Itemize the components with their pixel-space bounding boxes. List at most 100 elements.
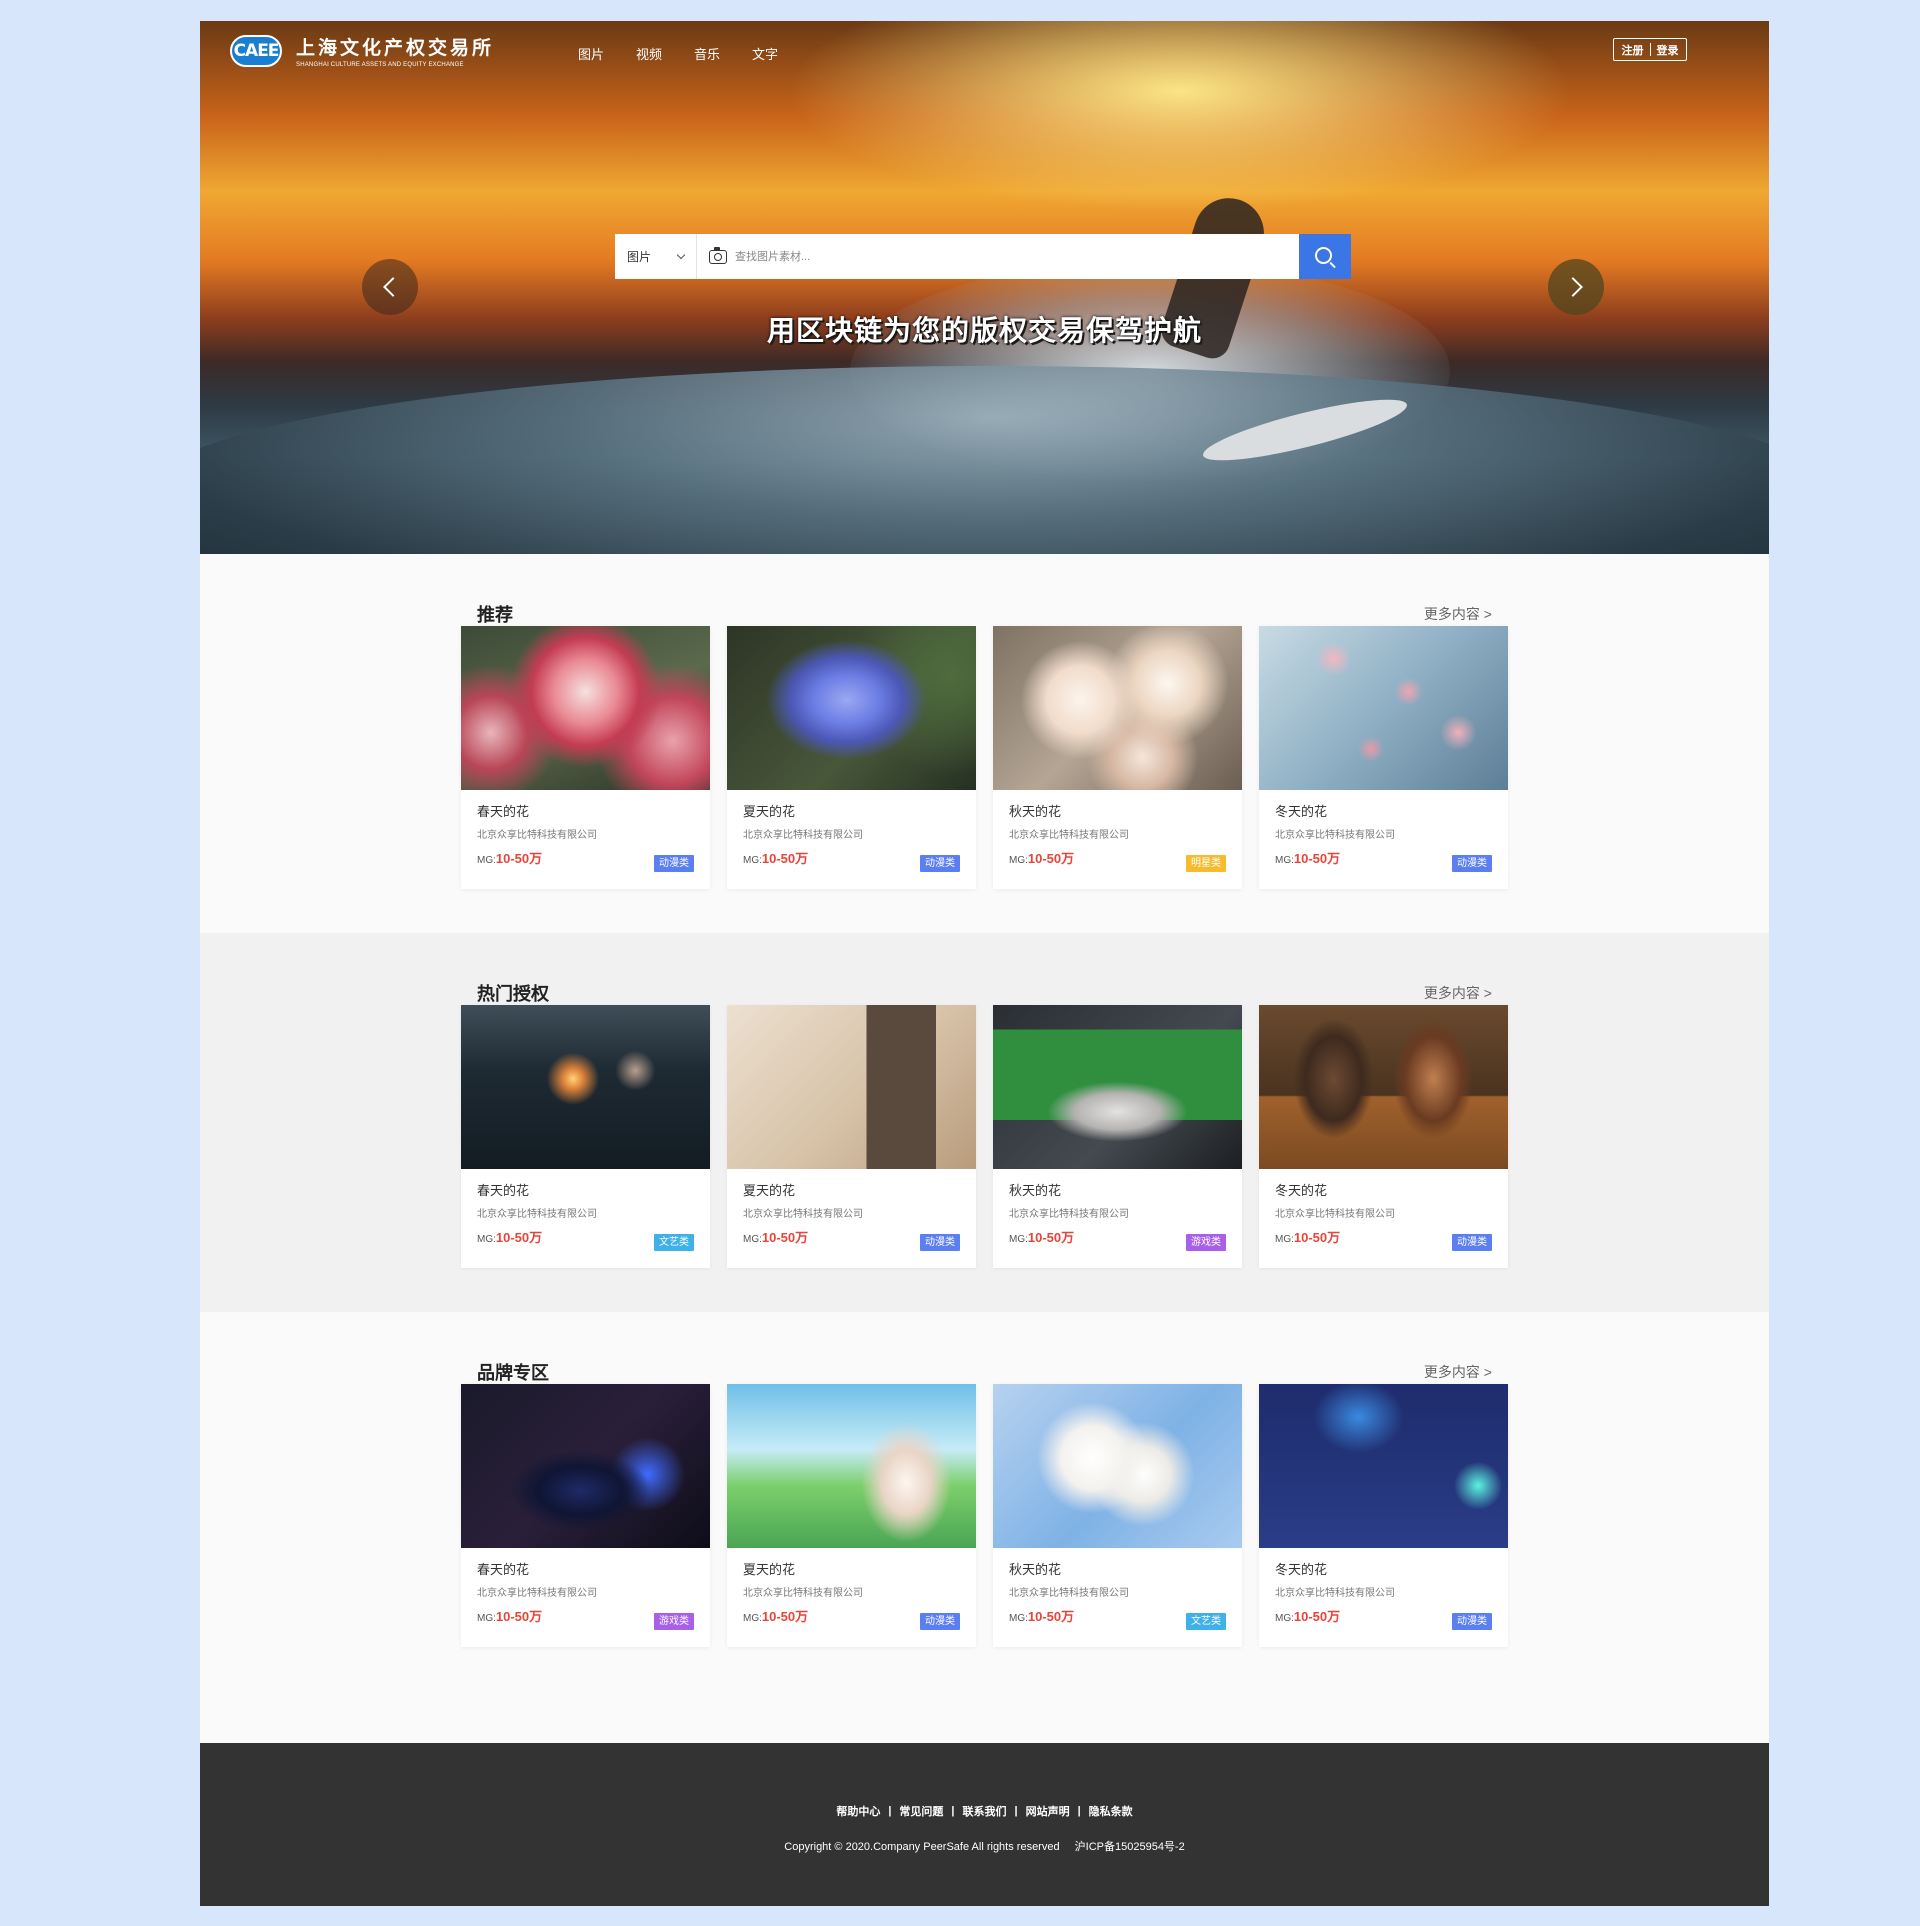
asset-thumbnail[interactable] xyxy=(993,1384,1242,1548)
price-value: 10-50万 xyxy=(1027,1609,1075,1624)
asset-company: 北京众享比特科技有限公司 xyxy=(477,830,597,841)
asset-company: 北京众享比特科技有限公司 xyxy=(477,1209,597,1220)
asset-company: 北京众享比特科技有限公司 xyxy=(743,1588,863,1599)
footer-link-statement[interactable]: 网站声明 xyxy=(1026,1803,1070,1819)
price-label: MG: xyxy=(743,1613,762,1624)
asset-title: 夏天的花 xyxy=(743,1183,796,1198)
more-content-link[interactable]: 更多内容 > xyxy=(1424,604,1492,624)
icp-number[interactable]: 沪ICP备15025954号-2 xyxy=(1075,1841,1185,1853)
price-value: 10-50万 xyxy=(1027,1230,1075,1245)
asset-thumbnail[interactable] xyxy=(993,1005,1242,1169)
asset-price: MG:10-50万 xyxy=(1009,1606,1074,1625)
register-link[interactable]: 注册 xyxy=(1622,42,1644,58)
price-label: MG: xyxy=(1009,1613,1028,1624)
asset-price: MG:10-50万 xyxy=(1275,848,1340,867)
search-input[interactable] xyxy=(735,241,1299,272)
price-value: 10-50万 xyxy=(761,1609,809,1624)
asset-card[interactable]: 冬天的花 北京众享比特科技有限公司 MG:10-50万 动漫类 xyxy=(1259,1005,1508,1268)
asset-card[interactable]: 春天的花 北京众享比特科技有限公司 MG:10-50万 游戏类 xyxy=(461,1384,710,1647)
price-label: MG: xyxy=(1275,1613,1294,1624)
asset-title: 夏天的花 xyxy=(743,1562,796,1577)
copyright-text: Copyright © 2020.Company PeerSafe All ri… xyxy=(784,1841,1060,1853)
price-value: 10-50万 xyxy=(1293,1230,1341,1245)
camera-icon[interactable] xyxy=(709,246,727,264)
more-content-link[interactable]: 更多内容 > xyxy=(1424,1362,1492,1382)
asset-company: 北京众享比特科技有限公司 xyxy=(743,1209,863,1220)
category-tag: 动漫类 xyxy=(920,1234,960,1251)
section-title: 热门授权 xyxy=(477,984,549,1004)
asset-card[interactable]: 冬天的花 北京众享比特科技有限公司 MG:10-50万 动漫类 xyxy=(1259,1384,1508,1647)
asset-title: 秋天的花 xyxy=(1009,1183,1062,1198)
asset-price: MG:10-50万 xyxy=(477,1227,542,1246)
footer-separator: | xyxy=(1014,1805,1018,1817)
nav-item-text[interactable]: 文字 xyxy=(752,44,778,63)
price-label: MG: xyxy=(477,1613,496,1624)
category-tag: 动漫类 xyxy=(1452,855,1492,872)
nav-item-videos[interactable]: 视频 xyxy=(636,44,662,63)
asset-card[interactable]: 冬天的花 北京众享比特科技有限公司 MG:10-50万 动漫类 xyxy=(1259,626,1508,889)
asset-price: MG:10-50万 xyxy=(1009,848,1074,867)
search-button[interactable] xyxy=(1299,234,1351,279)
footer-link-faq[interactable]: 常见问题 xyxy=(899,1803,943,1819)
asset-thumbnail[interactable] xyxy=(993,626,1242,790)
footer-link-help[interactable]: 帮助中心 xyxy=(836,1803,880,1819)
asset-thumbnail[interactable] xyxy=(727,626,976,790)
footer-link-contact[interactable]: 联系我们 xyxy=(963,1803,1007,1819)
asset-card[interactable]: 秋天的花 北京众享比特科技有限公司 MG:10-50万 文艺类 xyxy=(993,1384,1242,1647)
asset-thumbnail[interactable] xyxy=(727,1005,976,1169)
carousel-prev-button[interactable] xyxy=(362,259,418,315)
asset-thumbnail[interactable] xyxy=(461,626,710,790)
section-header: 热门授权 更多内容 > xyxy=(477,980,1492,1006)
section-title: 品牌专区 xyxy=(477,1363,549,1383)
asset-card[interactable]: 春天的花 北京众享比特科技有限公司 MG:10-50万 动漫类 xyxy=(461,626,710,889)
carousel-next-button[interactable] xyxy=(1548,259,1604,315)
category-tag: 动漫类 xyxy=(1452,1234,1492,1251)
section-header: 推荐 更多内容 > xyxy=(477,601,1492,627)
asset-thumbnail[interactable] xyxy=(461,1384,710,1548)
price-value: 10-50万 xyxy=(495,1230,543,1245)
asset-thumbnail[interactable] xyxy=(1259,1005,1508,1169)
asset-company: 北京众享比特科技有限公司 xyxy=(1275,1588,1395,1599)
logo-text: 上海文化产权交易所 SHANGHAI CULTURE ASSETS AND EQ… xyxy=(296,33,494,68)
category-tag: 游戏类 xyxy=(1186,1234,1226,1251)
asset-price: MG:10-50万 xyxy=(743,1606,808,1625)
asset-thumbnail[interactable] xyxy=(461,1005,710,1169)
section-hot-licenses: 热门授权 更多内容 > 春天的花 北京众享比特科技有限公司 MG:10-50万 文艺类 夏天… xyxy=(200,933,1769,1312)
asset-thumbnail[interactable] xyxy=(1259,1384,1508,1548)
more-content-link[interactable]: 更多内容 > xyxy=(1424,983,1492,1003)
asset-title: 秋天的花 xyxy=(1009,1562,1062,1577)
asset-title: 夏天的花 xyxy=(743,804,796,819)
price-label: MG: xyxy=(1275,855,1294,866)
asset-company: 北京众享比特科技有限公司 xyxy=(1009,830,1129,841)
asset-thumbnail[interactable] xyxy=(727,1384,976,1548)
footer-separator: | xyxy=(888,1805,892,1817)
footer-link-privacy[interactable]: 隐私条款 xyxy=(1089,1803,1133,1819)
chevron-left-icon xyxy=(383,277,403,297)
asset-card[interactable]: 夏天的花 北京众享比特科技有限公司 MG:10-50万 动漫类 xyxy=(727,626,976,889)
asset-card[interactable]: 秋天的花 北京众享比特科技有限公司 MG:10-50万 游戏类 xyxy=(993,1005,1242,1268)
asset-company: 北京众享比特科技有限公司 xyxy=(1275,1209,1395,1220)
asset-card[interactable]: 夏天的花 北京众享比特科技有限公司 MG:10-50万 动漫类 xyxy=(727,1384,976,1647)
asset-company: 北京众享比特科技有限公司 xyxy=(1275,830,1395,841)
login-link[interactable]: 登录 xyxy=(1657,42,1679,58)
search-category-select[interactable]: 图片 xyxy=(615,234,697,279)
site-footer: 帮助中心 | 常见问题 | 联系我们 | 网站声明 | 隐私条款 Copyrig… xyxy=(200,1743,1769,1906)
section-title: 推荐 xyxy=(477,605,513,625)
asset-price: MG:10-50万 xyxy=(743,848,808,867)
footer-links: 帮助中心 | 常见问题 | 联系我们 | 网站声明 | 隐私条款 xyxy=(200,1803,1769,1819)
category-tag: 游戏类 xyxy=(654,1613,694,1630)
asset-thumbnail[interactable] xyxy=(1259,626,1508,790)
price-value: 10-50万 xyxy=(495,1609,543,1624)
logo-badge: CAEE xyxy=(230,34,282,67)
site-logo[interactable]: CAEE 上海文化产权交易所 SHANGHAI CULTURE ASSETS A… xyxy=(230,33,494,68)
asset-company: 北京众享比特科技有限公司 xyxy=(743,830,863,841)
asset-card[interactable]: 夏天的花 北京众享比特科技有限公司 MG:10-50万 动漫类 xyxy=(727,1005,976,1268)
price-label: MG: xyxy=(1009,855,1028,866)
price-value: 10-50万 xyxy=(1027,851,1075,866)
footer-separator: | xyxy=(951,1805,955,1817)
nav-item-music[interactable]: 音乐 xyxy=(694,44,720,63)
asset-card[interactable]: 春天的花 北京众享比特科技有限公司 MG:10-50万 文艺类 xyxy=(461,1005,710,1268)
nav-item-images[interactable]: 图片 xyxy=(578,44,604,63)
asset-card[interactable]: 秋天的花 北京众享比特科技有限公司 MG:10-50万 明星类 xyxy=(993,626,1242,889)
category-tag: 动漫类 xyxy=(654,855,694,872)
